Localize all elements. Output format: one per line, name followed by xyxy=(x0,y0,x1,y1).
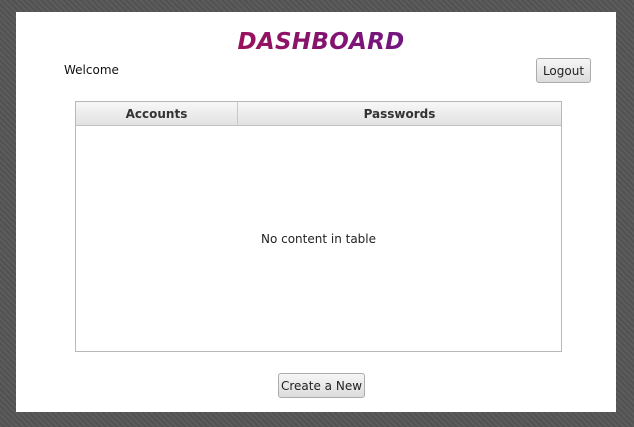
accounts-table[interactable]: Accounts Passwords No content in table xyxy=(75,101,562,352)
welcome-label: Welcome xyxy=(64,63,119,77)
page-title: DASHBOARD xyxy=(16,29,626,55)
dashboard-window: DASHBOARD Welcome Logout Accounts Passwo… xyxy=(16,12,616,412)
table-body: No content in table xyxy=(76,126,561,351)
create-new-button[interactable]: Create a New xyxy=(278,373,365,398)
column-header-passwords[interactable]: Passwords xyxy=(238,102,561,125)
column-header-accounts[interactable]: Accounts xyxy=(76,102,238,125)
logout-button[interactable]: Logout xyxy=(536,58,591,83)
empty-table-placeholder: No content in table xyxy=(260,231,377,246)
table-header: Accounts Passwords xyxy=(76,102,561,126)
